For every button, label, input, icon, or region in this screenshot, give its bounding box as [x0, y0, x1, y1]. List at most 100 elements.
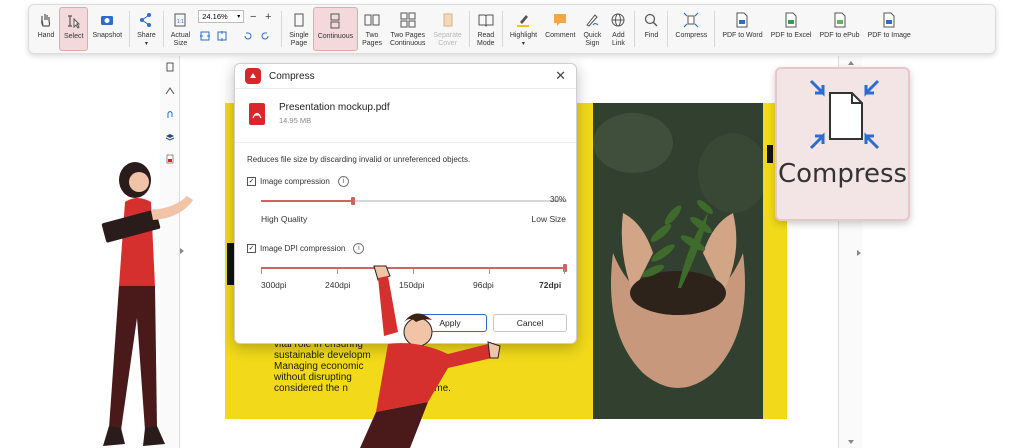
pen-sign-icon: [583, 11, 601, 29]
zoom-out-button[interactable]: −: [247, 11, 259, 23]
zoom-in-button[interactable]: +: [262, 11, 274, 23]
layers-icon[interactable]: [165, 132, 175, 142]
two-pages-icon: [363, 11, 381, 29]
attachment-icon[interactable]: [165, 110, 175, 120]
bookmark-signature-icon[interactable]: [165, 86, 175, 96]
dpi-tick: [261, 269, 262, 274]
two-pages-button[interactable]: Two Pages: [358, 7, 386, 51]
snapshot-label: Snapshot: [92, 32, 123, 39]
expand-right-panel-icon[interactable]: [856, 249, 862, 257]
file-size: 14.95 MB: [279, 116, 312, 125]
close-icon[interactable]: ✕: [555, 68, 566, 84]
chevron-down-icon: ▾: [237, 14, 241, 20]
read-mode-button[interactable]: Read Mode: [473, 7, 499, 51]
continuous-page-icon: [326, 12, 344, 30]
low-size-label: Low Size: [531, 214, 567, 224]
info-icon[interactable]: i: [353, 243, 365, 254]
two-pages-continuous-button[interactable]: Two Pages Continuous: [386, 7, 429, 51]
zoom-level-dropdown[interactable]: 24.16% ▾: [198, 10, 245, 23]
dpi-compression-label: Image DPI compression: [260, 244, 346, 253]
add-link-button[interactable]: Add Link: [605, 7, 631, 51]
share-label: Share: [137, 32, 156, 39]
compress-button[interactable]: Compress: [671, 7, 711, 51]
dialog-divider: [235, 142, 576, 143]
chevron-down-icon: ▾: [144, 41, 148, 47]
toolbar-separator: [667, 11, 669, 47]
find-button[interactable]: Find: [638, 7, 664, 51]
snapshot-button[interactable]: Snapshot: [88, 7, 126, 51]
comment-label: Comment: [545, 32, 576, 39]
rotate-right-icon[interactable]: [258, 29, 272, 43]
book-icon: [477, 11, 495, 29]
single-page-button[interactable]: Single Page: [285, 7, 312, 51]
fit-page-icon[interactable]: [215, 29, 229, 43]
hand-label: Hand: [37, 32, 55, 39]
image-compression-slider[interactable]: [261, 197, 567, 205]
pdf-to-excel-button[interactable]: PDF to Excel: [767, 7, 816, 51]
quick-sign-button[interactable]: Quick Sign: [579, 7, 605, 51]
dialog-header: Compress ✕: [235, 64, 576, 89]
share-icon: [137, 11, 155, 29]
quick-sign-label-1: Quick: [583, 32, 602, 39]
two-pages-continuous-icon: [399, 11, 417, 29]
toolbar-separator: [281, 11, 283, 47]
slider-fill: [261, 200, 353, 202]
rotate-left-icon[interactable]: [241, 29, 255, 43]
search-icon: [642, 11, 660, 29]
highlight-button[interactable]: Highlight ▾: [506, 7, 541, 51]
pdf-to-word-label: PDF to Word: [722, 32, 763, 39]
highlight-label: Highlight: [509, 32, 538, 39]
select-tool-button[interactable]: Select: [59, 7, 89, 51]
single-page-label-2: Page: [290, 40, 308, 47]
pdf-to-epub-label: PDF to ePub: [819, 32, 860, 39]
find-label: Find: [644, 32, 659, 39]
dpi-option-300[interactable]: 300dpi: [261, 280, 287, 290]
single-page-label-1: Single: [289, 32, 309, 39]
toolbar-separator: [129, 11, 131, 47]
file-name: Presentation mockup.pdf: [279, 102, 390, 113]
image-compression-option: ✓ Image compression i: [247, 176, 349, 187]
toolbar-separator: [501, 11, 503, 47]
pdf-to-word-button[interactable]: PDF to Word: [718, 7, 766, 51]
read-mode-label-2: Mode: [477, 40, 495, 47]
image-compression-value: 30%: [549, 195, 566, 204]
woman-with-laptop-illustration: [101, 162, 193, 446]
dpi-tick: [564, 269, 565, 274]
dpi-compression-option: ✓ Image DPI compression i: [247, 243, 365, 254]
word-file-icon: [733, 11, 751, 29]
comment-button[interactable]: Comment: [541, 7, 579, 51]
actual-size-button[interactable]: 1:1 Actual Size: [167, 7, 194, 51]
separate-cover-label-2: Cover: [438, 40, 457, 47]
continuous-label: Continuous: [317, 33, 354, 40]
hand-tool-button[interactable]: Hand: [33, 7, 59, 51]
compress-zoom-callout: Compress: [775, 67, 910, 221]
pdf-to-epub-button[interactable]: PDF to ePub: [816, 7, 864, 51]
share-button[interactable]: Share ▾: [133, 7, 160, 51]
pdf-to-image-button[interactable]: PDF to Image: [864, 7, 915, 51]
comment-icon: [551, 11, 569, 29]
quick-sign-label-2: Sign: [585, 40, 600, 47]
continuous-button[interactable]: Continuous: [312, 7, 359, 51]
separate-cover-button[interactable]: Separate Cover: [429, 7, 465, 51]
scroll-up-icon[interactable]: [847, 60, 855, 66]
fit-width-icon[interactable]: [198, 29, 212, 43]
dpi-option-72[interactable]: 72dpi: [539, 280, 561, 290]
pdf-to-image-label: PDF to Image: [867, 32, 911, 39]
plant-in-hands-photo: [593, 103, 763, 419]
dpi-compression-checkbox[interactable]: ✓: [247, 244, 256, 253]
actual-size-label-1: Actual: [170, 32, 191, 39]
read-mode-label-1: Read: [477, 32, 495, 39]
image-compression-label: Image compression: [260, 177, 330, 186]
info-icon[interactable]: i: [337, 176, 349, 187]
image-compression-checkbox[interactable]: ✓: [247, 177, 256, 186]
text-cursor-icon: [65, 12, 83, 30]
page-thumbnail-icon[interactable]: [165, 62, 175, 72]
separate-cover-label-1: Separate: [433, 32, 462, 39]
compress-label: Compress: [675, 32, 708, 39]
globe-link-icon: [609, 11, 627, 29]
svg-text:1:1: 1:1: [177, 19, 184, 25]
epub-file-icon: [831, 11, 849, 29]
scroll-down-icon[interactable]: [847, 439, 855, 445]
slider-thumb[interactable]: [350, 197, 355, 205]
image-file-icon: [880, 11, 898, 29]
